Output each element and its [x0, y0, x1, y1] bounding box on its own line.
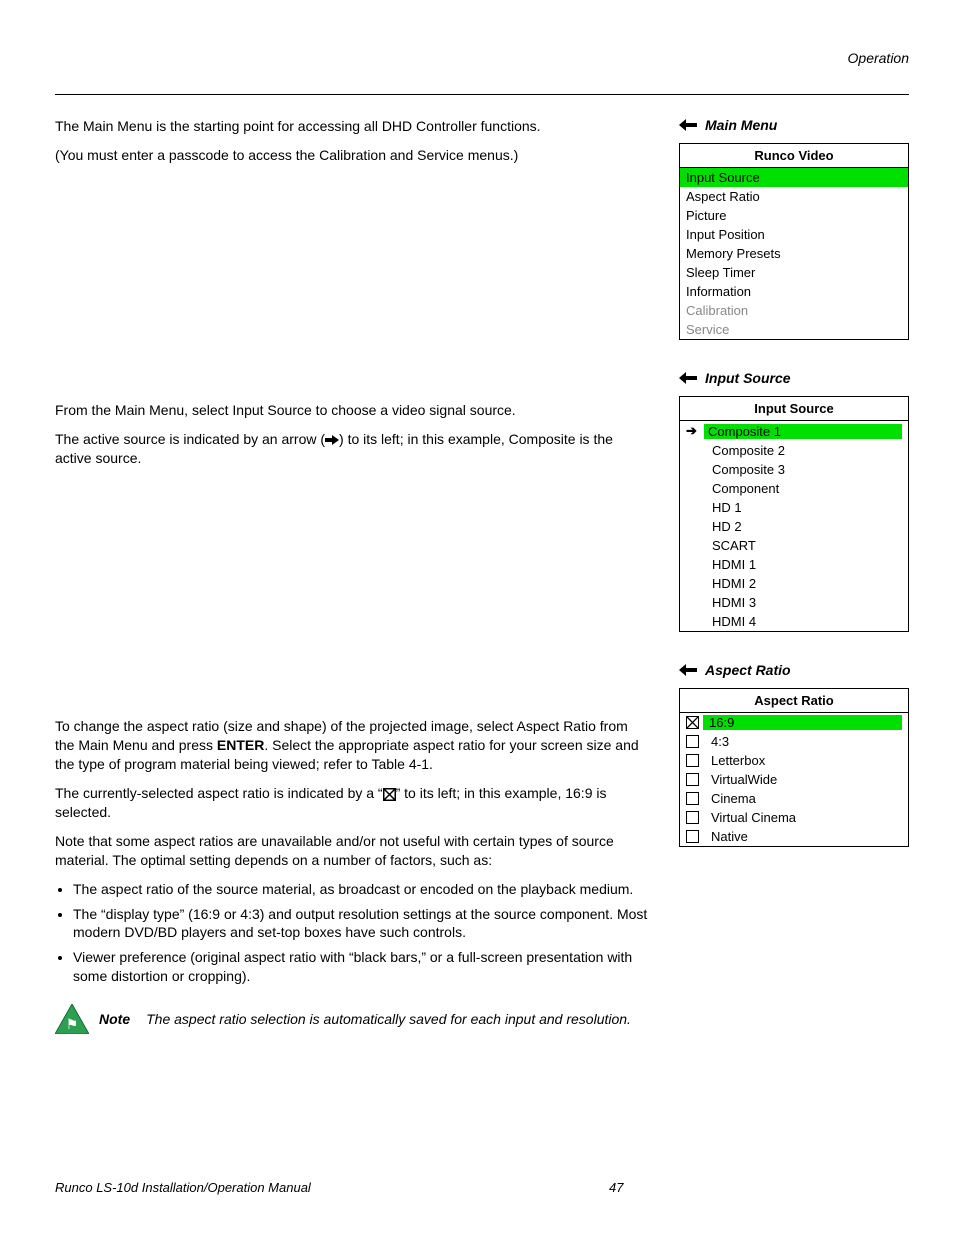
paragraph: The Main Menu is the starting point for … [55, 117, 649, 136]
item-label: HD 1 [708, 500, 902, 515]
menu-item: Sleep Timer [680, 263, 908, 282]
text: The active source is indicated by an arr… [55, 431, 325, 447]
header-rule [55, 94, 909, 95]
menu-item: Component [680, 479, 908, 498]
list-item: The aspect ratio of the source material,… [73, 880, 649, 899]
footer-page-number: 47 [609, 1180, 909, 1195]
aspect-ratio-box: Aspect Ratio 16:9 4:3 Letterbox VirtualW… [679, 688, 909, 847]
menu-item: Composite 3 [680, 460, 908, 479]
checkbox-empty-icon [686, 754, 699, 767]
list-item: The “display type” (16:9 or 4:3) and out… [73, 905, 649, 943]
sidebar-column: Main Menu Runco Video Input Source Aspec… [679, 117, 909, 1034]
enter-key-label: ENTER [217, 737, 264, 753]
menu-item: HDMI 2 [680, 574, 908, 593]
note-text: The aspect ratio selection is automatica… [146, 1011, 649, 1027]
checkbox-empty-icon [686, 735, 699, 748]
menu-item: HDMI 1 [680, 555, 908, 574]
menu-item: 16:9 [680, 713, 908, 732]
item-label: HDMI 2 [708, 576, 902, 591]
checkbox-empty-icon [686, 792, 699, 805]
paragraph: To change the aspect ratio (size and sha… [55, 717, 649, 774]
note-block: ⚑ Note The aspect ratio selection is aut… [55, 1004, 649, 1034]
item-label: Component [708, 481, 902, 496]
sidebar-heading-input-source: Input Source [679, 370, 909, 386]
menu-item: HDMI 3 [680, 593, 908, 612]
menu-item: Information [680, 282, 908, 301]
sidebar-heading-main-menu: Main Menu [679, 117, 909, 133]
item-label: SCART [708, 538, 902, 553]
item-label: HD 2 [708, 519, 902, 534]
checkbox-empty-icon [686, 811, 699, 824]
footer-title: Runco LS-10d Installation/Operation Manu… [55, 1180, 609, 1195]
menu-item: Native [680, 827, 908, 846]
menu-item: Input Source [680, 168, 908, 187]
paragraph: From the Main Menu, select Input Source … [55, 401, 649, 420]
checkbox-crossed-icon [383, 788, 396, 801]
item-label: Letterbox [705, 753, 902, 768]
menu-item: Calibration [680, 301, 908, 320]
note-label: Note [99, 1011, 130, 1027]
arrow-left-icon [679, 119, 697, 131]
menu-item: Letterbox [680, 751, 908, 770]
menu-item: Input Position [680, 225, 908, 244]
menu-item: SCART [680, 536, 908, 555]
menu-title: Runco Video [680, 144, 908, 168]
heading-text: Aspect Ratio [705, 662, 791, 678]
menu-item: Aspect Ratio [680, 187, 908, 206]
item-label: 16:9 [703, 715, 902, 730]
arrow-right-icon [325, 434, 339, 446]
list-item: Viewer preference (original aspect ratio… [73, 948, 649, 986]
paragraph: The currently-selected aspect ratio is i… [55, 784, 649, 822]
heading-text: Main Menu [705, 117, 777, 133]
item-label: Cinema [705, 791, 902, 806]
menu-item: Memory Presets [680, 244, 908, 263]
menu-item: 4:3 [680, 732, 908, 751]
item-label: 4:3 [705, 734, 902, 749]
text: The currently-selected aspect ratio is i… [55, 785, 383, 801]
paragraph: (You must enter a passcode to access the… [55, 146, 649, 165]
item-label: Native [705, 829, 902, 844]
menu-item: HD 2 [680, 517, 908, 536]
menu-item: Service [680, 320, 908, 339]
page-header: Operation [55, 50, 909, 66]
menu-item: Picture [680, 206, 908, 225]
arrow-left-icon [679, 372, 697, 384]
heading-text: Input Source [705, 370, 791, 386]
menu-title: Input Source [680, 397, 908, 421]
note-warning-icon: ⚑ [55, 1004, 89, 1034]
menu-item: HDMI 4 [680, 612, 908, 631]
menu-item: VirtualWide [680, 770, 908, 789]
menu-item: ➔Composite 1 [680, 421, 908, 441]
item-label: HDMI 4 [708, 614, 902, 629]
body-column: The Main Menu is the starting point for … [55, 117, 649, 1034]
menu-item: Cinema [680, 789, 908, 808]
paragraph: The active source is indicated by an arr… [55, 430, 649, 468]
item-label: VirtualWide [705, 772, 902, 787]
menu-title: Aspect Ratio [680, 689, 908, 713]
item-label: Composite 1 [704, 424, 902, 439]
main-menu-box: Runco Video Input Source Aspect Ratio Pi… [679, 143, 909, 340]
bullet-list: The aspect ratio of the source material,… [73, 880, 649, 986]
svg-text:⚑: ⚑ [66, 1016, 79, 1032]
page-footer: Runco LS-10d Installation/Operation Manu… [55, 1180, 909, 1195]
item-label: Composite 3 [708, 462, 902, 477]
paragraph: Note that some aspect ratios are unavail… [55, 832, 649, 870]
item-label: Virtual Cinema [705, 810, 902, 825]
sidebar-heading-aspect-ratio: Aspect Ratio [679, 662, 909, 678]
checkbox-empty-icon [686, 830, 699, 843]
checkbox-crossed-icon [686, 716, 699, 729]
input-source-box: Input Source ➔Composite 1 Composite 2 Co… [679, 396, 909, 632]
item-label: Composite 2 [708, 443, 902, 458]
arrow-left-icon [679, 664, 697, 676]
menu-item: Virtual Cinema [680, 808, 908, 827]
item-label: HDMI 1 [708, 557, 902, 572]
item-label: HDMI 3 [708, 595, 902, 610]
menu-item: HD 1 [680, 498, 908, 517]
checkbox-empty-icon [686, 773, 699, 786]
menu-item: Composite 2 [680, 441, 908, 460]
